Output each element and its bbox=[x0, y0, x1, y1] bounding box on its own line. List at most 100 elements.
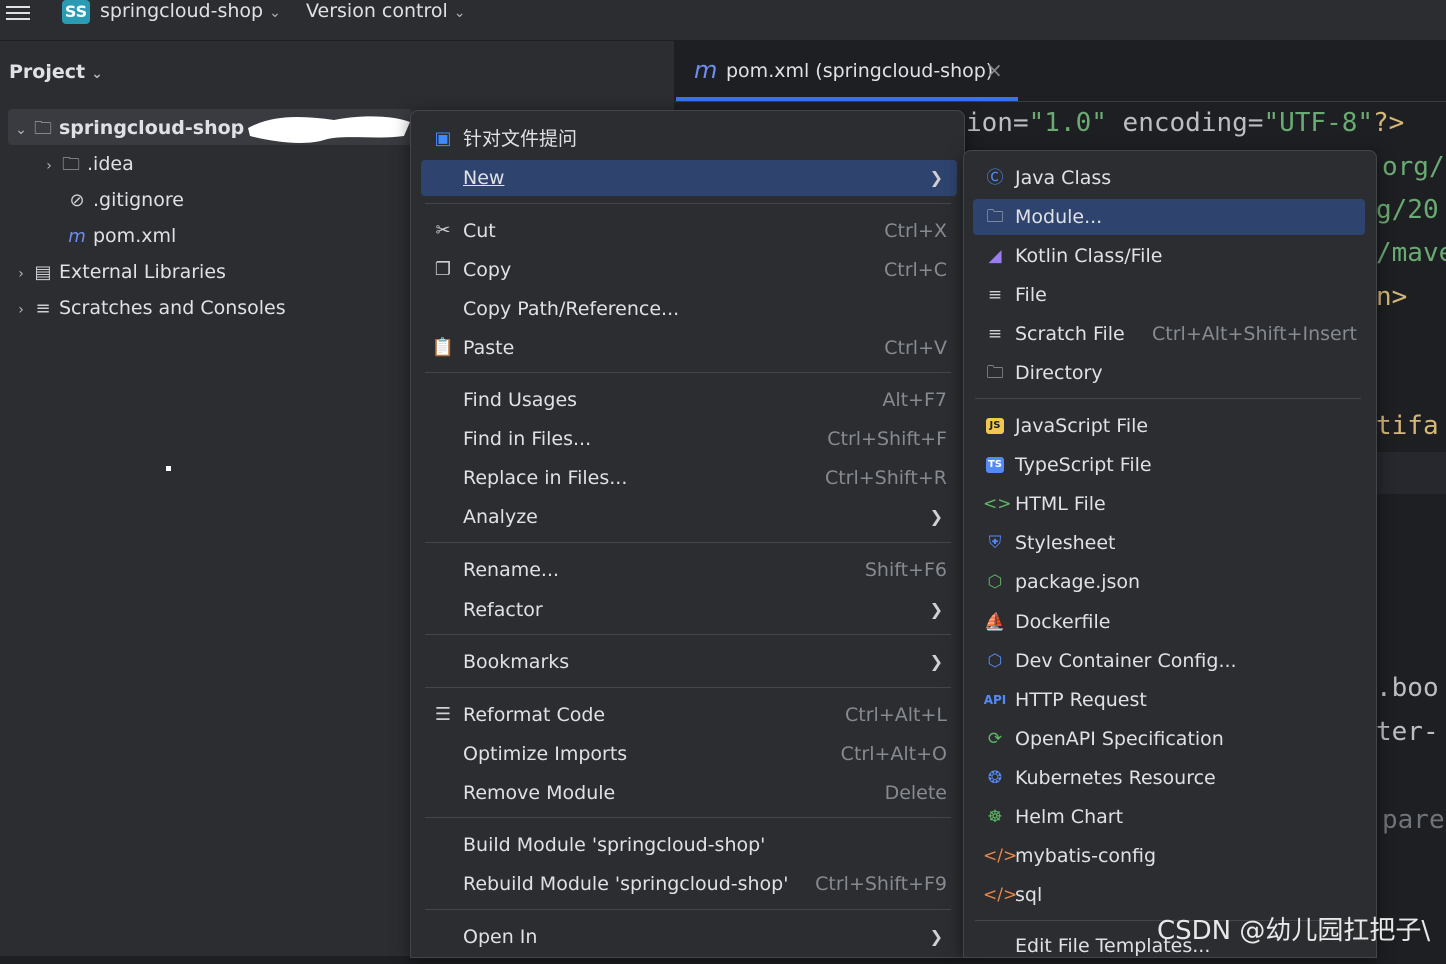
menu-item-shortcut: Ctrl+Alt+O bbox=[840, 743, 947, 765]
project-badge[interactable]: SS bbox=[62, 0, 90, 24]
menu-item-analyze[interactable]: Analyze ❯ bbox=[421, 499, 957, 535]
chevron-down-icon: ⌄ bbox=[453, 5, 466, 21]
submenu-item-label: Directory bbox=[1015, 362, 1103, 384]
project-switcher-label: springcloud-shop bbox=[100, 0, 264, 22]
menu-item-shortcut: Ctrl+Shift+F9 bbox=[815, 873, 947, 895]
submenu-item-http-request[interactable]: API HTTP Request bbox=[973, 682, 1365, 718]
submenu-item-kubernetes[interactable]: ❂ Kubernetes Resource bbox=[973, 760, 1365, 796]
tree-item-gitignore[interactable]: ⊘ .gitignore bbox=[66, 182, 183, 218]
paste-icon: 📋 bbox=[431, 337, 455, 358]
tree-item-label: pom.xml bbox=[93, 225, 177, 247]
menu-item-copy[interactable]: ❐ Copy Ctrl+C bbox=[421, 252, 957, 288]
project-switcher[interactable]: springcloud-shop ⌄ bbox=[100, 0, 281, 22]
submenu-item-mybatis-config[interactable]: </> mybatis-config bbox=[973, 838, 1365, 874]
submenu-item-directory[interactable]: 🗀 Directory bbox=[973, 355, 1365, 391]
tree-item-label: External Libraries bbox=[59, 261, 226, 283]
caret-line-highlight bbox=[1376, 452, 1446, 494]
submenu-item-javascript[interactable]: JS JavaScript File bbox=[973, 408, 1365, 444]
menu-item-bookmarks[interactable]: Bookmarks ❯ bbox=[421, 644, 957, 680]
menu-item-cut[interactable]: ✂ Cut Ctrl+X bbox=[421, 213, 957, 249]
menu-item-find-in-files[interactable]: Find in Files... Ctrl+Shift+F bbox=[421, 421, 957, 457]
submenu-item-label: File bbox=[1015, 284, 1047, 306]
editor-tab-pom[interactable]: m pom.xml (springcloud-shop) × bbox=[676, 48, 1018, 98]
submenu-item-dev-container[interactable]: ⬡ Dev Container Config... bbox=[973, 643, 1365, 679]
menu-item-label: Open In bbox=[463, 926, 538, 948]
main-menu-icon[interactable] bbox=[6, 2, 30, 26]
ignore-icon: ⊘ bbox=[69, 190, 85, 211]
chevron-right-icon[interactable]: › bbox=[38, 148, 60, 184]
scissors-icon: ✂ bbox=[435, 220, 451, 241]
submenu-item-scratch-file[interactable]: ≡ Scratch File Ctrl+Alt+Shift+Insert bbox=[973, 316, 1365, 352]
code-token: encoding= bbox=[1106, 108, 1264, 138]
submenu-item-label: sql bbox=[1015, 884, 1043, 906]
submenu-item-label: Scratch File bbox=[1015, 323, 1125, 345]
folder-icon: 🗀 bbox=[62, 154, 80, 175]
menu-item-remove-module[interactable]: Remove Module Delete bbox=[421, 775, 957, 811]
menu-item-replace-in-files[interactable]: Replace in Files... Ctrl+Shift+R bbox=[421, 460, 957, 496]
project-view-title[interactable]: Project ⌄ bbox=[9, 61, 103, 83]
submenu-item-helm-chart[interactable]: ☸ Helm Chart bbox=[973, 799, 1365, 835]
menu-item-label: Rebuild Module 'springcloud-shop' bbox=[463, 873, 789, 895]
submenu-item-typescript[interactable]: TS TypeScript File bbox=[973, 447, 1365, 483]
menu-item-label: Find in Files... bbox=[463, 428, 592, 450]
chevron-right-icon[interactable]: › bbox=[10, 292, 32, 328]
javascript-icon: JS bbox=[983, 408, 1007, 444]
menu-item-label: Find Usages bbox=[463, 389, 578, 411]
submenu-item-file[interactable]: ≡ File bbox=[973, 277, 1365, 313]
tree-item-pom[interactable]: m pom.xml bbox=[66, 218, 176, 254]
tree-item-idea[interactable]: › 🗀 .idea bbox=[38, 146, 134, 182]
menu-separator bbox=[425, 817, 951, 818]
tab-bar-border bbox=[675, 101, 1446, 102]
vcs-widget[interactable]: Version control ⌄ bbox=[306, 0, 466, 22]
menu-item-open-in[interactable]: Open In ❯ bbox=[421, 919, 957, 955]
submenu-item-label: TypeScript File bbox=[1015, 454, 1152, 476]
libraries-icon: ▤ bbox=[34, 262, 52, 283]
menu-item-label: Copy bbox=[463, 259, 512, 281]
chevron-right-icon[interactable]: › bbox=[10, 256, 32, 292]
chevron-right-icon: ❯ bbox=[929, 927, 943, 946]
ai-assistant-icon: ▣ bbox=[434, 128, 452, 149]
menu-item-paste[interactable]: 📋 Paste Ctrl+V bbox=[421, 330, 957, 366]
submenu-item-label: Kotlin Class/File bbox=[1015, 245, 1163, 267]
menu-item-rename[interactable]: Rename... Shift+F6 bbox=[421, 552, 957, 588]
submenu-item-java-class[interactable]: Ⓒ Java Class bbox=[973, 160, 1365, 196]
code-token: "UTF-8" bbox=[1263, 108, 1374, 138]
close-icon[interactable]: × bbox=[986, 58, 1003, 82]
dev-container-icon: ⬡ bbox=[987, 651, 1003, 671]
chevron-down-icon: ⌄ bbox=[91, 66, 103, 82]
menu-item-reformat-code[interactable]: ☰ Reformat Code Ctrl+Alt+L bbox=[421, 697, 957, 733]
module-icon: 🗀 bbox=[986, 207, 1004, 227]
submenu-item-label: Java Class bbox=[1015, 167, 1112, 189]
menu-separator bbox=[425, 203, 951, 204]
submenu-item-kotlin[interactable]: ◢ Kotlin Class/File bbox=[973, 238, 1365, 274]
html-icon: <> bbox=[983, 494, 1012, 514]
menu-item-shortcut: Alt+F7 bbox=[882, 389, 947, 411]
chevron-down-icon[interactable]: ⌄ bbox=[10, 112, 32, 148]
menu-item-copy-path[interactable]: Copy Path/Reference... bbox=[421, 291, 957, 327]
tree-item-scratches[interactable]: › ≡ Scratches and Consoles bbox=[10, 290, 285, 328]
menu-item-find-usages[interactable]: Find Usages Alt+F7 bbox=[421, 382, 957, 418]
menu-item-new[interactable]: New ❯ bbox=[421, 160, 957, 196]
submenu-item-dockerfile[interactable]: ⛵ Dockerfile bbox=[973, 604, 1365, 640]
tree-item-external-libraries[interactable]: › ▤ External Libraries bbox=[10, 254, 226, 290]
submenu-item-module[interactable]: 🗀 Module... bbox=[973, 199, 1365, 235]
submenu-item-stylesheet[interactable]: ⛨ Stylesheet bbox=[973, 525, 1365, 561]
copy-icon: ❐ bbox=[434, 259, 452, 280]
menu-item-optimize-imports[interactable]: Optimize Imports Ctrl+Alt+O bbox=[421, 736, 957, 772]
submenu-item-package-json[interactable]: ⬡ package.json bbox=[973, 564, 1365, 600]
file-icon: ≡ bbox=[987, 285, 1003, 305]
menu-item-rebuild-module[interactable]: Rebuild Module 'springcloud-shop' Ctrl+Sh… bbox=[421, 866, 957, 902]
scratch-file-icon: ≡ bbox=[987, 324, 1003, 344]
submenu-item-openapi[interactable]: ⟳ OpenAPI Specification bbox=[973, 721, 1365, 757]
kotlin-icon: ◢ bbox=[988, 246, 1002, 266]
menu-item-build-module[interactable]: Build Module 'springcloud-shop' bbox=[421, 827, 957, 863]
helm-icon: ☸ bbox=[987, 807, 1003, 827]
menu-item-refactor[interactable]: Refactor ❯ bbox=[421, 592, 957, 628]
menu-item-ask-about-file[interactable]: ▣ 针对文件提问 bbox=[421, 121, 957, 157]
code-fragment: pare bbox=[1382, 805, 1445, 835]
submenu-item-html[interactable]: <> HTML File bbox=[973, 486, 1365, 522]
typescript-icon: TS bbox=[983, 447, 1007, 483]
tree-item-root[interactable]: ⌄ 🗀 springcloud-shop bbox=[10, 110, 244, 146]
code-token: ion= bbox=[966, 108, 1029, 138]
submenu-item-sql[interactable]: </> sql bbox=[973, 877, 1365, 913]
